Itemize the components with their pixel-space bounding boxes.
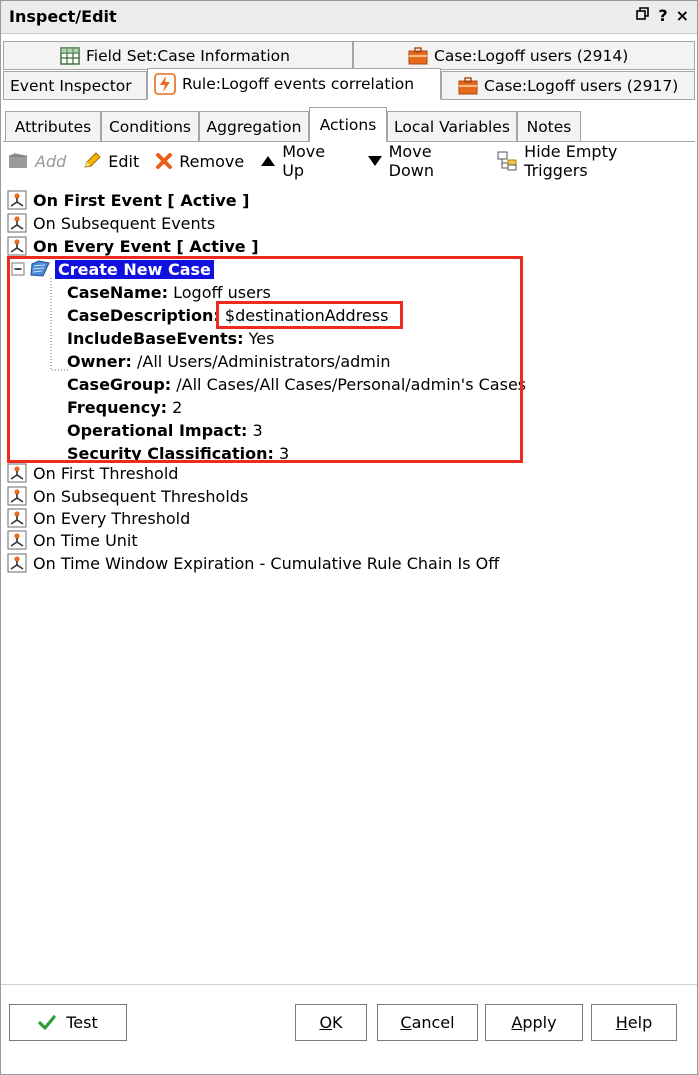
window-title: Inspect/Edit	[9, 7, 117, 26]
edit-button[interactable]: Edit	[82, 152, 139, 171]
prop-operational-impact: Operational Impact: 3	[67, 420, 263, 440]
inspect-edit-window: Inspect/Edit ? × Field Set:Case Informat…	[0, 0, 698, 1075]
trigger-icon	[7, 190, 27, 210]
tab-case-logoff-users-2917[interactable]: Case:Logoff users (2917)	[441, 71, 695, 100]
prop-case-description: CaseDescription: $destinationAddress	[67, 305, 389, 325]
briefcase-icon	[408, 46, 428, 65]
briefcase-icon	[458, 76, 478, 95]
prop-security-classification: Security Classification: 3	[67, 443, 290, 463]
cancel-button[interactable]: Cancel	[377, 1004, 478, 1041]
trigger-icon	[7, 530, 27, 550]
rule-icon	[154, 73, 176, 95]
pencil-icon	[82, 152, 102, 170]
tab-event-inspector[interactable]: Event Inspector	[3, 71, 147, 100]
tab-notes[interactable]: Notes	[517, 111, 581, 141]
tab-field-set-case-information[interactable]: Field Set:Case Information	[3, 41, 353, 70]
triangle-down-icon	[367, 155, 383, 167]
trigger-icon	[7, 553, 27, 573]
tab-case-logoff-users-2914[interactable]: Case:Logoff users (2914)	[353, 41, 695, 70]
tab-local-variables[interactable]: Local Variables	[387, 111, 517, 141]
prop-include-base-events: IncludeBaseEvents: Yes	[67, 328, 275, 348]
prop-owner: Owner: /All Users/Administrators/admin	[67, 351, 391, 371]
help-button[interactable]: Help	[591, 1004, 677, 1041]
add-icon	[7, 152, 29, 170]
tab-label: Case:Logoff users (2917)	[484, 76, 679, 95]
hide-empty-triggers-button[interactable]: Hide Empty Triggers	[496, 142, 683, 180]
tab-label: Field Set:Case Information	[86, 46, 290, 65]
grid-icon	[60, 46, 80, 65]
trigger-icon	[7, 463, 27, 483]
trigger-icon	[7, 508, 27, 528]
window-controls: ? ×	[636, 6, 689, 25]
prop-case-name: CaseName: Logoff users	[67, 282, 271, 302]
tree-node-on-time-window-expiration[interactable]: On Time Window Expiration - Cumulative R…	[7, 552, 499, 574]
tab-conditions[interactable]: Conditions	[101, 111, 199, 141]
prop-case-group: CaseGroup: /All Cases/All Cases/Personal…	[67, 374, 527, 394]
trigger-icon	[7, 213, 27, 233]
tab-aggregation[interactable]: Aggregation	[199, 111, 309, 141]
restore-icon[interactable]	[636, 6, 650, 25]
trigger-icon	[7, 236, 27, 256]
tree-node-on-every-event[interactable]: On Every Event [ Active ]	[7, 235, 259, 257]
tab-rule-logoff-events-correlation[interactable]: Rule:Logoff events correlation	[147, 68, 441, 100]
section-tabs: Attributes Conditions Aggregation Action…	[3, 107, 695, 142]
collapse-toggle-icon[interactable]	[11, 262, 25, 276]
editor-tabs: Field Set:Case Information Case:Logoff u…	[3, 41, 695, 103]
tab-label: Case:Logoff users (2914)	[434, 46, 629, 65]
tab-actions[interactable]: Actions	[309, 107, 387, 142]
divider	[1, 984, 697, 985]
ok-button[interactable]: OK	[295, 1004, 367, 1041]
checkmark-icon	[38, 1014, 56, 1031]
triggers-tree: On First Event [ Active ] On Subsequent …	[5, 189, 695, 969]
trigger-icon	[7, 486, 27, 506]
title-bar: Inspect/Edit ? ×	[1, 1, 697, 34]
tree-node-create-new-case[interactable]: Create New Case	[11, 258, 214, 280]
test-button[interactable]: Test	[9, 1004, 127, 1041]
remove-button[interactable]: Remove	[155, 152, 244, 171]
tree-node-on-every-threshold[interactable]: On Every Threshold	[7, 507, 190, 529]
tree-node-on-subsequent-thresholds[interactable]: On Subsequent Thresholds	[7, 485, 248, 507]
case-action-icon	[29, 260, 51, 278]
prop-frequency: Frequency: 2	[67, 397, 183, 417]
remove-x-icon	[155, 152, 173, 170]
tab-label: Rule:Logoff events correlation	[182, 75, 415, 93]
move-up-button[interactable]: Move Up	[260, 142, 350, 180]
tree-node-on-first-event[interactable]: On First Event [ Active ]	[7, 189, 249, 211]
actions-toolbar: Add Edit Remove Move Up Move Down Hide E…	[3, 142, 695, 180]
tab-label: Event Inspector	[10, 76, 132, 95]
hide-empty-icon	[496, 151, 518, 171]
move-down-button[interactable]: Move Down	[367, 142, 481, 180]
add-button[interactable]: Add	[7, 152, 66, 171]
tab-attributes[interactable]: Attributes	[5, 111, 101, 141]
tree-node-on-first-threshold[interactable]: On First Threshold	[7, 462, 178, 484]
tree-node-on-time-unit[interactable]: On Time Unit	[7, 529, 138, 551]
apply-button[interactable]: Apply	[485, 1004, 583, 1041]
close-icon[interactable]: ×	[676, 6, 689, 25]
help-icon[interactable]: ?	[658, 6, 667, 25]
triangle-up-icon	[260, 155, 276, 167]
tree-node-on-subsequent-events[interactable]: On Subsequent Events	[7, 212, 215, 234]
